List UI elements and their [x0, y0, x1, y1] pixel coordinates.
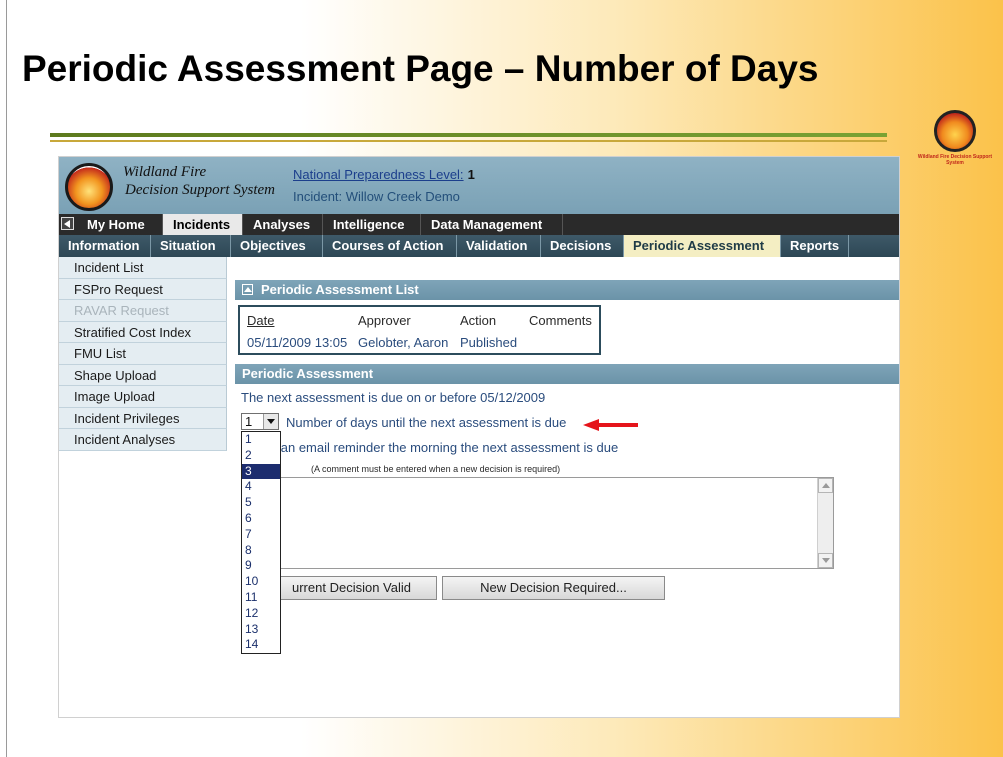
assessment-list-table: Date Approver Action Comments 05/11/2009… [238, 305, 601, 355]
chevron-down-icon[interactable] [263, 414, 278, 429]
tab-reports[interactable]: Reports [781, 235, 849, 257]
arrow-shaft [597, 423, 638, 427]
scroll-up-icon[interactable] [818, 478, 833, 493]
assessment-list-title: Periodic Assessment List [261, 282, 419, 297]
row-action: Published [460, 335, 518, 350]
dropdown-option[interactable]: 8 [242, 543, 280, 559]
dropdown-option[interactable]: 9 [242, 558, 280, 574]
preparedness-level[interactable]: National Preparedness Level: 1 [293, 167, 475, 182]
dropdown-option[interactable]: 6 [242, 511, 280, 527]
primary-nav: My Home Incidents Analyses Intelligence … [59, 214, 899, 235]
sidebar: Incident List FSPro Request RAVAR Reques… [59, 257, 227, 451]
corner-logo-caption: Wildland Fire Decision Support System [917, 154, 993, 166]
dropdown-option[interactable]: 10 [242, 574, 280, 590]
dropdown-option[interactable]: 1 [242, 432, 280, 448]
sidebar-item-incident-analyses[interactable]: Incident Analyses [59, 429, 227, 451]
tab-analyses[interactable]: Analyses [243, 214, 323, 235]
tab-my-home[interactable]: My Home [77, 214, 163, 235]
sidebar-item-incident-privileges[interactable]: Incident Privileges [59, 407, 227, 429]
dropdown-option[interactable]: 2 [242, 448, 280, 464]
title-underline [50, 133, 887, 137]
wfdss-logo-icon [65, 163, 113, 211]
preparedness-level-value: 1 [467, 167, 475, 182]
column-header-comments: Comments [529, 313, 592, 328]
column-header-action: Action [460, 313, 497, 328]
row-date: 05/11/2009 13:05 [247, 335, 348, 350]
sidebar-item-fmu-list[interactable]: FMU List [59, 343, 227, 365]
comment-scrollbar[interactable] [817, 478, 833, 568]
preparedness-level-link[interactable]: National Preparedness Level: [293, 167, 464, 182]
app-name: Wildland Fire Decision Support System [123, 163, 275, 199]
dropdown-option[interactable]: 11 [242, 590, 280, 606]
slide-title: Periodic Assessment Page – Number of Day… [22, 48, 819, 89]
app-window: Wildland Fire Decision Support System Na… [59, 157, 899, 717]
email-reminder-label: nd me an email reminder the morning the … [241, 440, 619, 455]
assessment-list-header[interactable]: Periodic Assessment List [235, 280, 899, 300]
dropdown-option[interactable]: 5 [242, 495, 280, 511]
app-header: Wildland Fire Decision Support System Na… [59, 157, 899, 214]
collapse-panel-icon[interactable] [242, 284, 253, 295]
dropdown-option-highlighted[interactable]: 3 [242, 463, 280, 480]
sidebar-item-incident-list[interactable]: Incident List [59, 257, 227, 279]
scroll-down-icon[interactable] [818, 553, 833, 568]
days-select-value: 1 [245, 414, 253, 429]
days-dropdown-list: 1 2 3 4 5 6 7 8 9 10 11 12 13 14 [241, 431, 281, 655]
periodic-assessment-header: Periodic Assessment [235, 364, 899, 384]
dropdown-option[interactable]: 14 [242, 637, 280, 653]
days-label: Number of days until the next assessment… [286, 415, 567, 430]
tab-courses-of-action[interactable]: Courses of Action [323, 235, 457, 257]
flame-logo-icon [934, 110, 976, 152]
tab-decisions[interactable]: Decisions [541, 235, 624, 257]
sidebar-item-fspro-request[interactable]: FSPro Request [59, 278, 227, 300]
column-header-approver: Approver [358, 313, 411, 328]
app-name-line1: Wildland Fire [123, 164, 207, 180]
dropdown-option[interactable]: 13 [242, 622, 280, 638]
dropdown-option[interactable]: 4 [242, 479, 280, 495]
tab-periodic-assessment[interactable]: Periodic Assessment [624, 235, 781, 257]
comment-note: (A comment must be entered when a new de… [311, 464, 561, 474]
sidebar-item-ravar-request: RAVAR Request [59, 300, 227, 322]
tab-validation[interactable]: Validation [457, 235, 541, 257]
incident-name: Incident: Willow Creek Demo [293, 189, 460, 204]
row-approver: Gelobter, Aaron [358, 335, 449, 350]
dropdown-option[interactable]: 12 [242, 606, 280, 622]
sidebar-item-shape-upload[interactable]: Shape Upload [59, 364, 227, 386]
due-date-text: The next assessment is due on or before … [241, 390, 546, 405]
tab-information[interactable]: Information [59, 235, 151, 257]
tab-situation[interactable]: Situation [151, 235, 231, 257]
dropdown-option[interactable]: 7 [242, 527, 280, 543]
tab-intelligence[interactable]: Intelligence [323, 214, 421, 235]
new-decision-required-button[interactable]: New Decision Required... [442, 576, 665, 600]
tab-objectives[interactable]: Objectives [231, 235, 323, 257]
tab-incidents[interactable]: Incidents [163, 214, 243, 235]
corner-logo: Wildland Fire Decision Support System [915, 110, 995, 166]
slide-left-border [6, 0, 7, 757]
sidebar-item-image-upload[interactable]: Image Upload [59, 386, 227, 408]
column-header-date[interactable]: Date [247, 313, 274, 328]
title-underline-accent [50, 140, 887, 142]
sidebar-item-stratified-cost-index[interactable]: Stratified Cost Index [59, 321, 227, 343]
collapse-icon[interactable] [61, 217, 74, 230]
comment-textarea[interactable] [241, 477, 834, 569]
days-select[interactable]: 1 [241, 413, 279, 430]
app-name-line2: Decision Support System [125, 182, 275, 198]
secondary-nav: Information Situation Objectives Courses… [59, 235, 899, 257]
red-arrow-icon [583, 419, 638, 431]
tab-data-management[interactable]: Data Management [421, 214, 563, 235]
